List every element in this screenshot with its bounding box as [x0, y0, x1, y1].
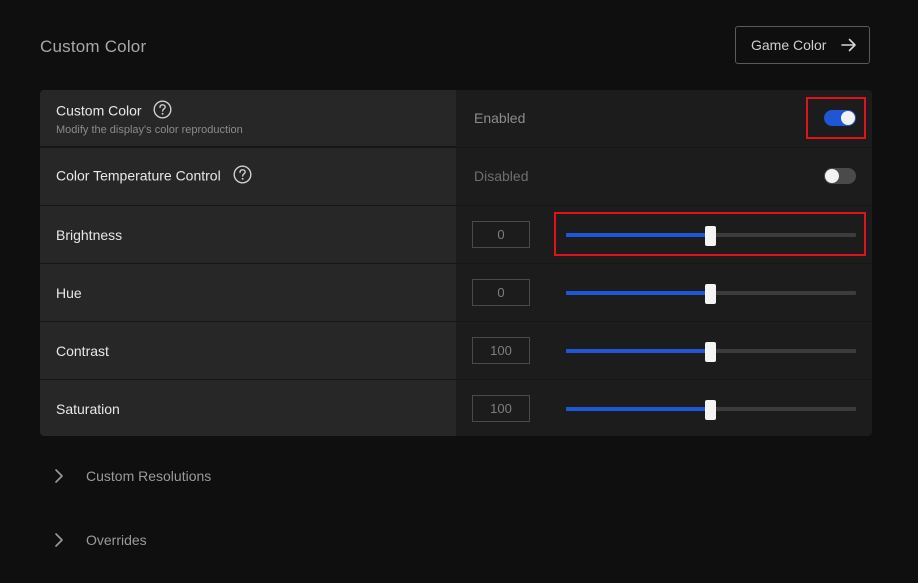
overrides-expander[interactable]: Overrides: [54, 530, 147, 550]
color-temperature-row: Color Temperature Control Disabled: [40, 148, 872, 205]
brightness-value[interactable]: 0: [472, 221, 530, 248]
toggle-knob: [841, 111, 855, 125]
game-color-label: Game Color: [751, 37, 827, 53]
contrast-label: Contrast: [56, 343, 109, 359]
help-icon[interactable]: [233, 165, 252, 187]
help-icon[interactable]: [153, 100, 172, 122]
saturation-label: Saturation: [56, 401, 120, 417]
custom-resolutions-label: Custom Resolutions: [86, 468, 212, 484]
brightness-row: Brightness 0: [40, 206, 872, 263]
arrow-right-icon: [841, 38, 857, 52]
saturation-slider[interactable]: [566, 400, 856, 420]
custom-color-page: Custom Color Game Color Custom Color Mod…: [0, 0, 918, 583]
hue-slider[interactable]: [566, 284, 856, 304]
color-temperature-toggle[interactable]: [824, 168, 856, 184]
page-title: Custom Color: [40, 37, 147, 56]
brightness-label: Brightness: [56, 227, 123, 243]
hue-row: Hue 0: [40, 264, 872, 321]
contrast-value[interactable]: 100: [472, 337, 530, 364]
overrides-label: Overrides: [86, 532, 147, 548]
custom-color-label: Custom Color: [56, 100, 172, 123]
custom-color-subtitle: Modify the display's color reproduction: [56, 124, 243, 136]
color-settings-panel: Custom Color Modify the display's color …: [40, 90, 872, 436]
chevron-right-icon: [55, 533, 63, 547]
slider-fill: [566, 291, 711, 295]
color-temperature-status: Disabled: [474, 168, 529, 184]
slider-thumb[interactable]: [705, 342, 716, 362]
slider-thumb[interactable]: [705, 400, 716, 420]
custom-color-toggle[interactable]: [824, 110, 856, 126]
toggle-knob: [825, 169, 839, 183]
saturation-value[interactable]: 100: [472, 395, 530, 422]
saturation-row: Saturation 100: [40, 380, 872, 436]
hue-value[interactable]: 0: [472, 279, 530, 306]
contrast-row: Contrast 100: [40, 322, 872, 379]
slider-thumb[interactable]: [705, 284, 716, 304]
custom-color-row: Custom Color Modify the display's color …: [40, 90, 872, 147]
game-color-button[interactable]: Game Color: [735, 26, 870, 64]
custom-resolutions-expander[interactable]: Custom Resolutions: [54, 466, 211, 486]
slider-thumb[interactable]: [705, 226, 716, 246]
slider-fill: [566, 349, 711, 353]
brightness-slider[interactable]: [566, 226, 856, 246]
color-temperature-label: Color Temperature Control: [56, 165, 252, 188]
slider-fill: [566, 233, 711, 237]
hue-label: Hue: [56, 285, 82, 301]
chevron-right-icon: [55, 469, 63, 483]
contrast-slider[interactable]: [566, 342, 856, 362]
slider-fill: [566, 407, 711, 411]
custom-color-status: Enabled: [474, 110, 526, 126]
